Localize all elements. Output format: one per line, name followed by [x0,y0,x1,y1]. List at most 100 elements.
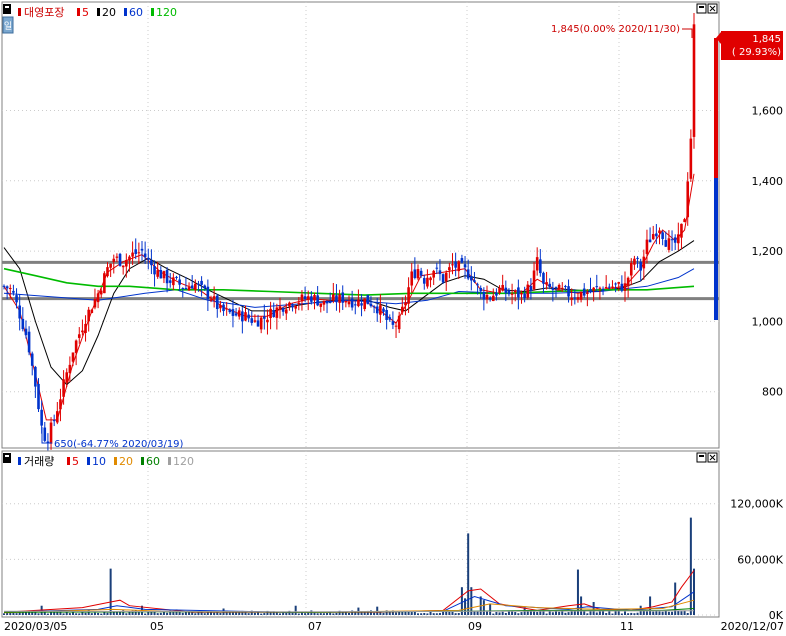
candle-body [476,284,479,286]
volume-bar [589,611,592,615]
candle-body [670,239,674,241]
volume-bar [617,611,620,615]
candle-body [614,283,617,285]
candle-body [56,411,59,423]
candle-body [535,257,539,271]
legend-ma-5-swatch [77,8,80,16]
candle-body [595,286,599,288]
volume-bar [84,612,87,615]
candle-body [441,274,445,283]
candle-body [410,271,414,286]
candle-body [482,292,486,300]
volume-bar [573,611,576,615]
candle-body [175,276,178,278]
stock-name: 대영포장 [24,6,64,19]
date-tick-label: 09 [468,620,482,632]
volume-bar [661,611,664,615]
volume-name-marker-icon [18,457,21,465]
candle-body [256,320,260,327]
panel-menu-icon[interactable] [3,4,11,14]
volume-bar [203,613,206,615]
candle-body [84,323,87,333]
candle-body [429,277,432,281]
legend-ma-60-label: 60 [129,6,143,19]
candle-body [71,352,75,362]
price-panel-maximize-icon[interactable] [696,3,707,14]
candle-body [426,277,429,287]
candle-body [470,276,473,281]
candle-body [24,328,28,336]
volume-bar [166,612,169,615]
candle-body [87,309,90,322]
price-tick-label: 1,000 [752,315,784,328]
volume-bar [3,613,5,615]
volume-panel-maximize-icon[interactable] [696,452,707,463]
candle-body [18,305,21,319]
candle-body [526,284,530,298]
volume-bar [580,596,583,615]
candle-body [369,303,373,307]
volume-bar [423,613,426,615]
candle-body [65,372,69,383]
volume-bar [417,613,419,615]
candle-body [692,24,696,137]
candle-body [322,301,326,305]
candle-body [203,285,207,289]
volume-bar [194,613,197,615]
price-axis-labels: 800 1,000 1,200 1,400 1,600 [752,104,784,398]
volume-bar [43,612,46,615]
candle-body [59,399,62,410]
candle-body [404,302,407,306]
candle-body [112,258,116,263]
candle-body [661,232,664,239]
volume-panel-menu-icon[interactable] [3,453,11,463]
volume-bar [627,613,630,615]
candle-body [159,270,163,279]
candle-body [12,290,15,293]
volume-bar [636,612,639,615]
volume-bar [159,612,162,615]
candle-body [457,261,461,272]
candle-body [250,318,254,323]
candle-body [335,295,338,303]
candle-body [532,270,536,290]
candle-body [200,280,203,285]
volume-bar [382,612,385,615]
candle-body [5,286,9,289]
volume-bar [598,611,601,615]
candle-body [416,269,420,279]
current-price-badge: 1,845 ( 29.93%) [716,31,783,60]
candle-body [658,230,661,234]
candle-body [422,278,426,284]
candle-body [432,270,435,278]
candle-body [491,295,495,302]
volume-bar [592,602,595,615]
volume-bar [238,612,241,615]
volume-panel-frame [1,450,720,618]
volume-bar [605,613,608,615]
candle-body [165,269,169,284]
candle-body [187,287,191,291]
candle-body [554,286,558,288]
candle-body [604,286,608,289]
candle-body [206,286,210,300]
candle-body [344,301,348,303]
legend-ma-20-label: 20 [119,455,133,468]
candle-body [488,297,492,300]
candle-body [636,257,639,259]
volume-bar [253,612,256,615]
candle-body [209,299,213,301]
candle-body [194,283,197,291]
volume-bar [432,613,435,615]
price-range-indicator-up [714,38,718,178]
candle-body [146,257,150,260]
date-tick-label: 07 [308,620,322,632]
volume-bar [206,612,209,615]
candle-body [576,297,580,300]
legend-ma-10-swatch [87,457,90,465]
date-tick-label: 11 [620,620,634,632]
candle-body [68,364,72,374]
candle-body [313,295,316,301]
legend-ma-20-label: 20 [102,6,116,19]
candle-body [366,294,370,305]
